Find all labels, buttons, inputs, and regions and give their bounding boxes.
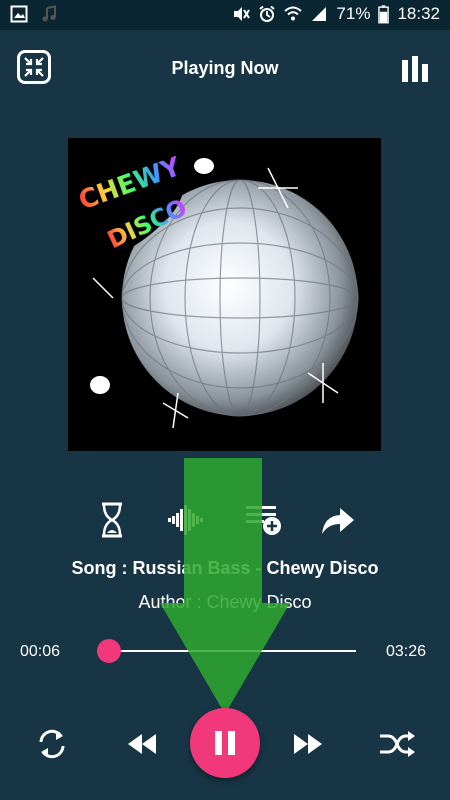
shuffle-icon[interactable] bbox=[378, 728, 416, 760]
visualizer-icon[interactable] bbox=[166, 500, 206, 540]
status-bar: 71% 18:32 bbox=[0, 0, 450, 30]
pause-button[interactable] bbox=[190, 708, 260, 778]
next-icon[interactable] bbox=[290, 730, 326, 758]
share-icon[interactable] bbox=[318, 500, 358, 540]
battery-percent: 71% bbox=[336, 4, 371, 23]
total-duration: 03:26 bbox=[386, 643, 427, 660]
album-art: CHEWY DISCO bbox=[68, 138, 381, 451]
disco-ball-image: CHEWY DISCO bbox=[68, 138, 359, 429]
battery-icon bbox=[378, 4, 390, 23]
app-bar: Playing Now bbox=[0, 30, 450, 106]
seek-bar[interactable] bbox=[101, 650, 356, 652]
collapse-icon bbox=[24, 57, 44, 77]
repeat-icon[interactable] bbox=[34, 726, 70, 762]
collapse-button[interactable] bbox=[17, 50, 51, 84]
action-row bbox=[0, 500, 450, 540]
previous-icon[interactable] bbox=[124, 730, 160, 758]
seek-thumb[interactable] bbox=[96, 639, 121, 663]
song-title: Song : Russian Bass - Chewy Disco bbox=[71, 558, 379, 578]
signal-icon bbox=[312, 7, 327, 21]
gallery-icon bbox=[10, 5, 28, 23]
mute-icon bbox=[234, 7, 251, 21]
elapsed-time: 00:06 bbox=[20, 643, 61, 660]
timer-icon[interactable] bbox=[92, 500, 132, 540]
song-author: Author : Chewy Disco bbox=[138, 592, 312, 612]
wifi-icon bbox=[284, 6, 303, 21]
clock: 18:32 bbox=[397, 4, 440, 23]
equalizer-icon[interactable] bbox=[401, 56, 429, 82]
add-to-playlist-icon[interactable] bbox=[244, 500, 284, 540]
alarm-icon bbox=[259, 5, 276, 22]
page-title: Playing Now bbox=[171, 58, 279, 78]
music-note-icon bbox=[42, 5, 56, 22]
pause-icon bbox=[215, 731, 235, 755]
